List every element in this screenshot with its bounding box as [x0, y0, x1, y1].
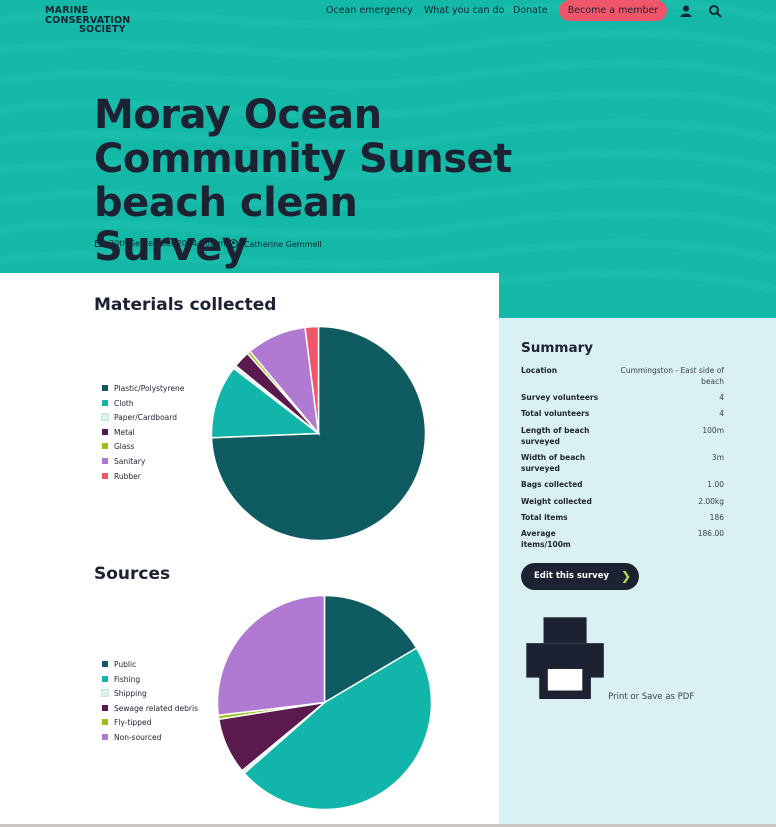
legend-swatch — [102, 443, 108, 450]
summary-key: Width of beach surveyed — [521, 453, 586, 473]
calendar-icon — [95, 240, 103, 247]
person-icon — [229, 239, 238, 248]
edit-survey-button[interactable]: Edit this survey ❯ — [521, 563, 639, 590]
survey-date: 20th September 2024 - 6p.m. — [95, 239, 228, 248]
legend-swatch — [102, 733, 108, 740]
legend-swatch — [102, 719, 108, 725]
legend-label: Public — [114, 660, 137, 669]
legend-item: Public — [102, 660, 198, 675]
pie-slice-non-sourced — [216, 594, 326, 717]
legend-swatch — [101, 689, 109, 697]
legend-label: Non-sourced — [114, 732, 162, 742]
summary-key: Survey volunteers — [521, 393, 599, 402]
legend-label: Plastic/Polystyrene — [114, 384, 185, 393]
legend-swatch — [102, 472, 108, 479]
legend-item: Paper/Cardboard — [101, 413, 184, 428]
summary-key: Bags collected — [521, 480, 583, 489]
user-icon[interactable] — [679, 4, 693, 18]
summary-value: 3m — [711, 453, 724, 462]
legend-item: Sanitary — [102, 457, 184, 472]
survey-author: Catherine Gemmell — [229, 239, 322, 249]
summary-key: Length of beach surveyed — [521, 426, 590, 446]
nav-item-ocean-emergency[interactable]: Ocean emergency — [326, 5, 413, 16]
summary-key: Average items/100m — [521, 529, 571, 549]
legend-label: Fishing — [114, 674, 141, 684]
materials-legend: Plastic/Polystyrene Cloth Paper/Cardboard M… — [101, 384, 184, 487]
legend-item: Glass — [102, 442, 184, 457]
summary-value: 4 — [719, 393, 724, 402]
summary-heading: Summary — [521, 340, 594, 356]
survey-date-text: 20th September 2024 - 6p.m. — [109, 239, 229, 248]
legend-label: Paper/Cardboard — [114, 413, 177, 423]
legend-label: Sewage related debris — [114, 703, 198, 713]
legend-label: Shipping — [114, 689, 147, 698]
chevron-right-icon: ❯ — [621, 569, 632, 583]
summary-value: 2.00kg — [698, 497, 724, 506]
legend-swatch — [102, 385, 108, 391]
become-member-button[interactable]: Become a member — [559, 0, 667, 21]
materials-pie-chart — [210, 325, 427, 542]
legend-item: Shipping — [101, 689, 198, 704]
sources-legend: Public Fishing Shipping Sewage related debr… — [101, 660, 198, 748]
summary-key: Total items — [521, 513, 568, 522]
summary-value: 186 — [709, 513, 724, 522]
search-icon[interactable] — [708, 4, 722, 18]
sources-heading: Sources — [94, 564, 171, 584]
legend-swatch — [102, 428, 108, 435]
legend-swatch — [102, 704, 108, 711]
survey-author-text: Catherine Gemmell — [244, 240, 322, 249]
materials-heading: Materials collected — [94, 295, 277, 315]
legend-item: Plastic/Polystyrene — [102, 384, 184, 399]
summary-value: 100m — [702, 426, 724, 435]
legend-item: Sewage related debris — [102, 704, 198, 719]
printer-icon — [526, 617, 604, 700]
legend-item: Fly-tipped — [102, 718, 198, 733]
legend-label: Fly-tipped — [114, 718, 152, 727]
nav-item-donate[interactable]: Donate — [513, 5, 548, 16]
edit-survey-label: Edit this survey — [534, 571, 610, 581]
legend-item: Fishing — [102, 675, 198, 690]
legend-label: Glass — [114, 442, 135, 452]
sources-pie-chart — [216, 594, 433, 811]
legend-label: Sanitary — [114, 456, 146, 466]
summary-key: Weight collected — [521, 497, 592, 506]
legend-item: Rubber — [102, 472, 184, 487]
logo-line: SOCIETY — [79, 24, 126, 35]
summary-value: 4 — [719, 409, 724, 418]
legend-item: Non-sourced — [102, 733, 198, 748]
legend-label: Rubber — [114, 471, 141, 481]
legend-swatch — [102, 457, 108, 464]
legend-swatch — [102, 661, 108, 667]
legend-item: Metal — [102, 428, 184, 443]
legend-swatch — [102, 399, 108, 406]
summary-key: Location — [521, 366, 558, 375]
legend-label: Cloth — [114, 398, 134, 408]
legend-label: Metal — [114, 427, 135, 437]
print-pdf-link[interactable]: Print or Save as PDF — [522, 613, 694, 702]
legend-item: Cloth — [102, 399, 184, 414]
legend-swatch — [102, 675, 108, 682]
nav-item-what-you-can-do[interactable]: What you can do — [424, 5, 504, 16]
summary-value: 1.00 — [707, 480, 724, 489]
top-nav: Ocean emergency What you can do Donate B… — [0, 0, 776, 24]
summary-value: Cummingston - East side of beach — [620, 366, 724, 386]
print-pdf-label: Print or Save as PDF — [608, 692, 695, 703]
legend-swatch — [101, 413, 109, 422]
summary-key: Total volunteers — [521, 409, 590, 418]
summary-value: 186.00 — [697, 529, 724, 538]
